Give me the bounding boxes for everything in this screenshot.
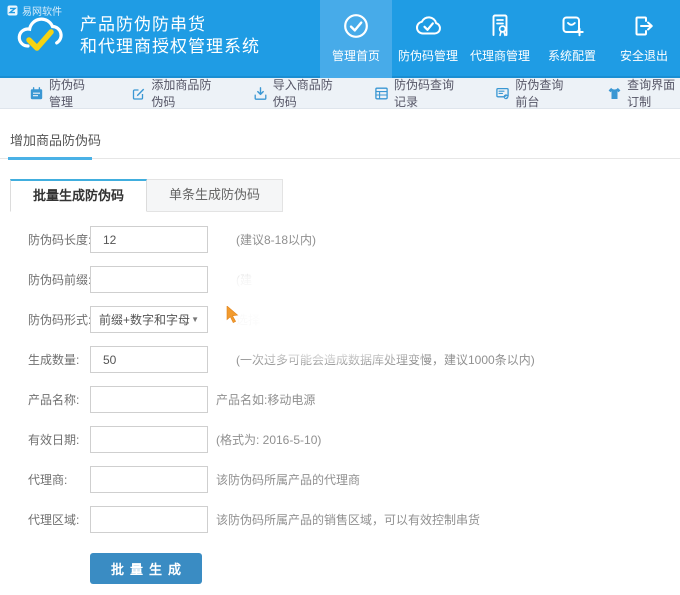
toolbar-item-add-codes[interactable]: 添加商品防伪码: [132, 76, 213, 110]
toolbar-item-label: 防伪查询前台: [515, 76, 568, 110]
app-title: 产品防伪防串货 和代理商授权管理系统: [80, 14, 260, 58]
edit-icon: [132, 87, 145, 100]
toolbar-item-query-frontend[interactable]: 防伪查询前台: [496, 76, 568, 110]
app-title-line1: 产品防伪防串货: [80, 14, 260, 36]
cloud-check-logo-icon: [14, 13, 68, 59]
field-label: 产品名称:: [28, 391, 90, 408]
sub-toolbar: 防伪码管理 添加商品防伪码 导入商品防伪码: [0, 78, 680, 109]
app-title-line2: 和代理商授权管理系统: [80, 36, 260, 58]
form-row-agent: 代理商: 该防伪码所属产品的代理商: [28, 466, 680, 493]
field-label: 有效日期:: [28, 431, 90, 448]
field-hint: (一次过多可能会造成数据库处理变慢，建议1000条以内): [236, 351, 535, 368]
field-label: 生成数量:: [28, 351, 90, 368]
nav-item-label: 代理商管理: [470, 47, 530, 64]
generate-codes-form: 防伪码长度: (建议8-18以内) 防伪码前缀: (建 防伪码形式: 前缀+数字…: [28, 226, 680, 584]
product-name-input[interactable]: [90, 386, 208, 413]
form-row-code-length: 防伪码长度: (建议8-18以内): [28, 226, 680, 253]
valid-date-input[interactable]: [90, 426, 208, 453]
code-format-selected-value: 前缀+数字和字母: [99, 311, 190, 328]
form-row-code-format: 防伪码形式: 前缀+数字和字母 ▼ 选择: [28, 306, 680, 333]
nav-item-home[interactable]: 管理首页: [320, 0, 392, 78]
tab-batch-generate[interactable]: 批量生成防伪码: [10, 179, 147, 212]
toolbar-item-label: 添加商品防伪码: [151, 76, 213, 110]
nav-item-logout[interactable]: 安全退出: [608, 0, 680, 78]
app-header: 易网软件 产品防伪防串货 和代理商授权管理系统 管理首页: [0, 0, 680, 78]
circle-check-icon: [342, 12, 370, 40]
chevron-down-icon: ▼: [191, 315, 199, 324]
title-divider: [0, 158, 680, 159]
calendar-icon: [30, 87, 43, 100]
toolbar-item-label: 查询界面订制: [627, 76, 680, 110]
nav-item-label: 管理首页: [332, 47, 380, 64]
field-hint: (格式为: 2016-5-10): [216, 431, 321, 448]
field-label: 代理商:: [28, 471, 90, 488]
toolbar-item-import-codes[interactable]: 导入商品防伪码: [254, 76, 335, 110]
app-brand: 产品防伪防串货 和代理商授权管理系统: [14, 13, 260, 59]
import-icon: [254, 87, 267, 100]
form-row-generate-quantity: 生成数量: (一次过多可能会造成数据库处理变慢，建议1000条以内): [28, 346, 680, 373]
toolbar-item-code-management[interactable]: 防伪码管理: [30, 76, 92, 110]
nav-item-system-config[interactable]: 系统配置: [536, 0, 608, 78]
code-length-input[interactable]: [90, 226, 208, 253]
main-content: 增加商品防伪码 批量生成防伪码 单条生成防伪码 防伪码长度: (建议8-18以内…: [0, 130, 680, 584]
field-hint: 该防伪码所属产品的代理商: [216, 471, 360, 488]
tab-bar: 批量生成防伪码 单条生成防伪码: [10, 179, 680, 212]
field-hint: 选择: [236, 311, 260, 328]
toolbar-item-label: 防伪码管理: [49, 76, 92, 110]
bag-plus-icon: [558, 12, 586, 40]
page-title: 增加商品防伪码: [10, 130, 680, 149]
toolbar-item-query-records[interactable]: 防伪码查询记录: [375, 76, 456, 110]
cloud-check-icon: [414, 12, 442, 40]
toolbar-item-label: 防伪码查询记录: [394, 76, 456, 110]
nav-item-label: 系统配置: [548, 47, 596, 64]
generate-quantity-input[interactable]: [90, 346, 208, 373]
main-nav: 管理首页 防伪码管理 代理商管理: [320, 0, 680, 78]
agent-input[interactable]: [90, 466, 208, 493]
form-row-valid-date: 有效日期: (格式为: 2016-5-10): [28, 426, 680, 453]
nav-item-label: 防伪码管理: [398, 47, 458, 64]
field-label: 防伪码前缀:: [28, 271, 90, 288]
form-row-code-prefix: 防伪码前缀: (建: [28, 266, 680, 293]
records-icon: [375, 87, 388, 100]
toolbar-item-label: 导入商品防伪码: [273, 76, 335, 110]
code-format-select[interactable]: 前缀+数字和字母 ▼: [90, 306, 208, 333]
field-hint: (建: [236, 271, 252, 288]
code-prefix-input[interactable]: [90, 266, 208, 293]
title-divider-accent: [8, 157, 92, 160]
field-hint: 产品名如:移动电源: [216, 391, 315, 408]
app-window: 易网软件 产品防伪防串货 和代理商授权管理系统 管理首页: [0, 0, 680, 595]
field-label: 防伪码长度:: [28, 231, 90, 248]
nav-item-code-management[interactable]: 防伪码管理: [392, 0, 464, 78]
logout-icon: [630, 12, 658, 40]
shirt-icon: [608, 87, 621, 100]
batch-generate-button[interactable]: 批量生成: [90, 553, 202, 584]
form-row-agent-region: 代理区域: 该防伪码所属产品的销售区域，可以有效控制串货: [28, 506, 680, 533]
field-hint: 该防伪码所属产品的销售区域，可以有效控制串货: [216, 511, 480, 528]
form-row-product-name: 产品名称: 产品名如:移动电源: [28, 386, 680, 413]
front-desk-icon: [496, 87, 509, 100]
agent-region-input[interactable]: [90, 506, 208, 533]
nav-item-agent-management[interactable]: 代理商管理: [464, 0, 536, 78]
field-label: 代理区域:: [28, 511, 90, 528]
certificate-icon: [486, 12, 514, 40]
toolbar-item-ui-customize[interactable]: 查询界面订制: [608, 76, 680, 110]
field-label: 防伪码形式:: [28, 311, 90, 328]
tab-single-generate[interactable]: 单条生成防伪码: [147, 179, 283, 212]
nav-item-label: 安全退出: [620, 47, 668, 64]
field-hint: (建议8-18以内): [236, 231, 316, 248]
